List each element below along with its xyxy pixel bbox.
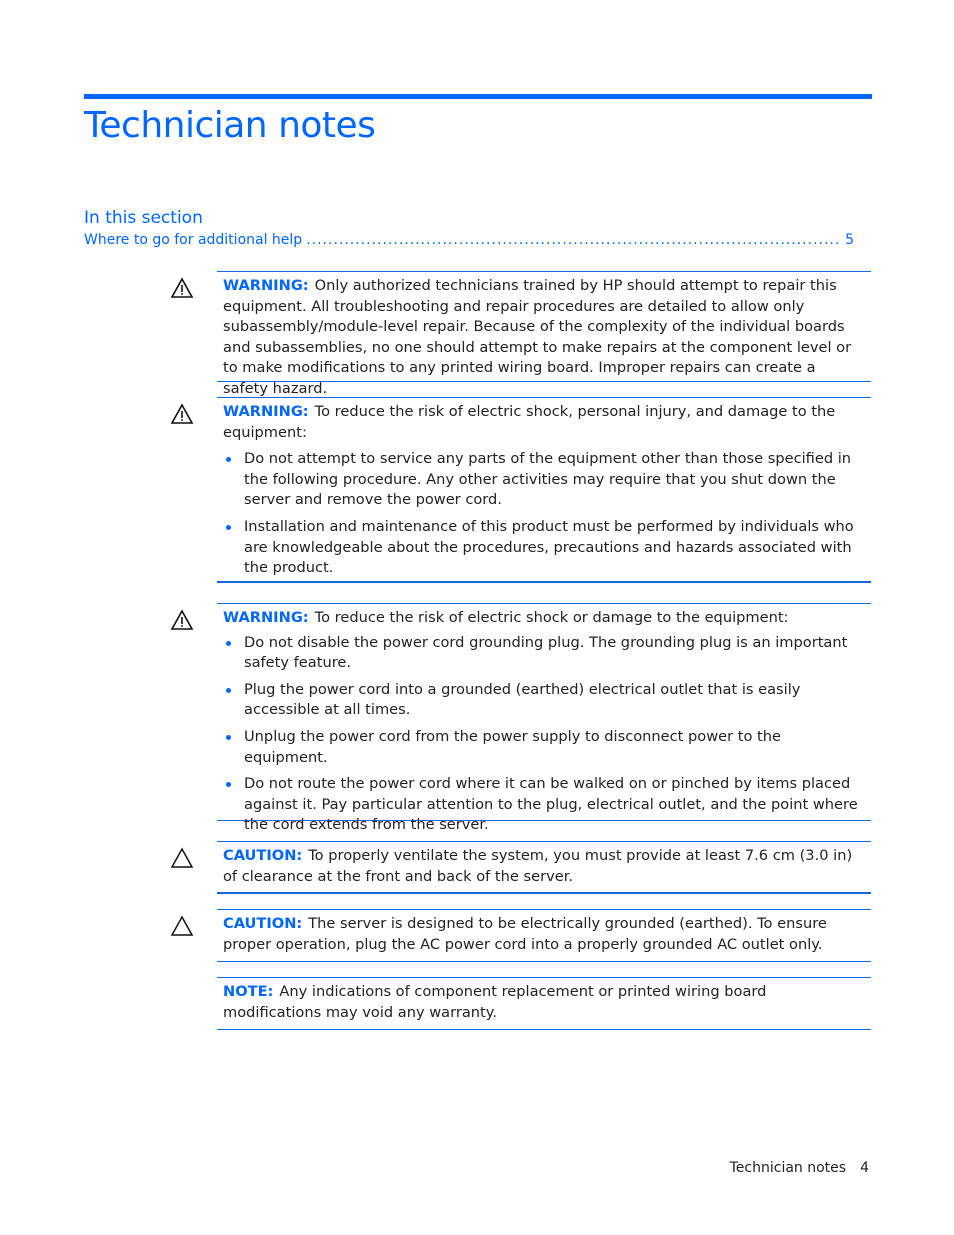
notice-text: To reduce the risk of electric shock or … xyxy=(314,609,789,626)
bullet-icon xyxy=(226,687,231,693)
bullet-icon xyxy=(226,457,231,463)
list-item: Do not attempt to service any parts of t… xyxy=(223,449,865,511)
bullet-icon xyxy=(226,524,231,530)
notice-body: NOTE: Any indications of component replac… xyxy=(223,982,865,1023)
notice-text: To properly ventilate the system, you mu… xyxy=(223,847,853,885)
notice-text: Any indications of component replacement… xyxy=(223,983,767,1021)
list-item: Plug the power cord into a grounded (ear… xyxy=(223,680,865,721)
title-rule xyxy=(84,94,872,99)
notice-body: WARNING: To reduce the risk of electric s… xyxy=(223,608,865,629)
list-item-text: Do not attempt to service any parts of t… xyxy=(244,450,852,509)
bullet-icon xyxy=(226,734,231,740)
notice-label: WARNING: xyxy=(223,403,309,420)
list-item-text: Installation and maintenance of this pro… xyxy=(244,517,854,577)
caution-triangle-icon xyxy=(170,915,194,937)
notice-text: To reduce the risk of electric shock, pe… xyxy=(223,403,836,441)
list-item-text: Do not route the power cord where it can… xyxy=(244,775,858,834)
page-footer: Technician notes 4 xyxy=(730,1158,869,1178)
notice-label: CAUTION: xyxy=(223,915,303,932)
caution-triangle-icon xyxy=(170,847,194,869)
caution-notice: CAUTION: The server is designed to be ele… xyxy=(170,909,871,962)
note-notice: NOTE: Any indications of component replac… xyxy=(217,977,871,1030)
notice-body: WARNING: To reduce the risk of electric s… xyxy=(223,402,865,443)
list-item-text: Unplug the power cord from the power sup… xyxy=(244,727,781,766)
notice-text: Only authorized technicians trained by H… xyxy=(223,277,852,397)
warning-triangle-exclamation-icon xyxy=(170,277,194,299)
notice-text: The server is designed to be electricall… xyxy=(223,915,827,953)
footer-page-number: 4 xyxy=(860,1160,869,1176)
notice-label: NOTE: xyxy=(223,983,274,1000)
notice-label: WARNING: xyxy=(223,277,309,294)
warning-triangle-exclamation-icon xyxy=(170,403,194,425)
notice-body: WARNING: Only authorized technicians trai… xyxy=(223,276,865,400)
warning-triangle-exclamation-icon xyxy=(170,609,194,631)
caution-notice: CAUTION: To properly ventilate the system… xyxy=(170,841,871,894)
toc-entry-additional-help[interactable]: Where to go for additional help 5 xyxy=(84,230,854,250)
notice-bullet-list: Do not disable the power cord grounding … xyxy=(223,633,865,836)
toc-entry-page: 5 xyxy=(845,232,854,248)
notice-bullet-list: Do not attempt to service any parts of t… xyxy=(223,449,865,579)
notice-body: CAUTION: The server is designed to be ele… xyxy=(223,914,865,955)
warning-notice: WARNING: To reduce the risk of electric s… xyxy=(170,397,871,583)
notice-body: CAUTION: To properly ventilate the system… xyxy=(223,846,865,887)
toc-entry-label: Where to go for additional help xyxy=(84,232,303,248)
list-item-text: Do not disable the power cord grounding … xyxy=(244,633,848,672)
notice-label: WARNING: xyxy=(223,609,309,626)
list-item: Installation and maintenance of this pro… xyxy=(223,517,865,579)
bullet-icon xyxy=(226,782,231,788)
warning-notice: WARNING: To reduce the risk of electric s… xyxy=(170,603,871,833)
footer-section-title: Technician notes xyxy=(729,1160,847,1176)
bullet-icon xyxy=(226,640,231,646)
list-item-text: Plug the power cord into a grounded (ear… xyxy=(244,680,801,719)
list-item: Do not route the power cord where it can… xyxy=(223,774,865,836)
list-item: Do not disable the power cord grounding … xyxy=(223,633,865,674)
list-item: Unplug the power cord from the power sup… xyxy=(223,727,865,768)
notice-label: CAUTION: xyxy=(223,847,303,864)
warning-notice: WARNING: Only authorized technicians trai… xyxy=(170,271,871,397)
page-title: Technician notes xyxy=(84,105,376,146)
toc-leader-dots xyxy=(306,230,841,250)
in-this-section-heading: In this section xyxy=(84,208,203,228)
